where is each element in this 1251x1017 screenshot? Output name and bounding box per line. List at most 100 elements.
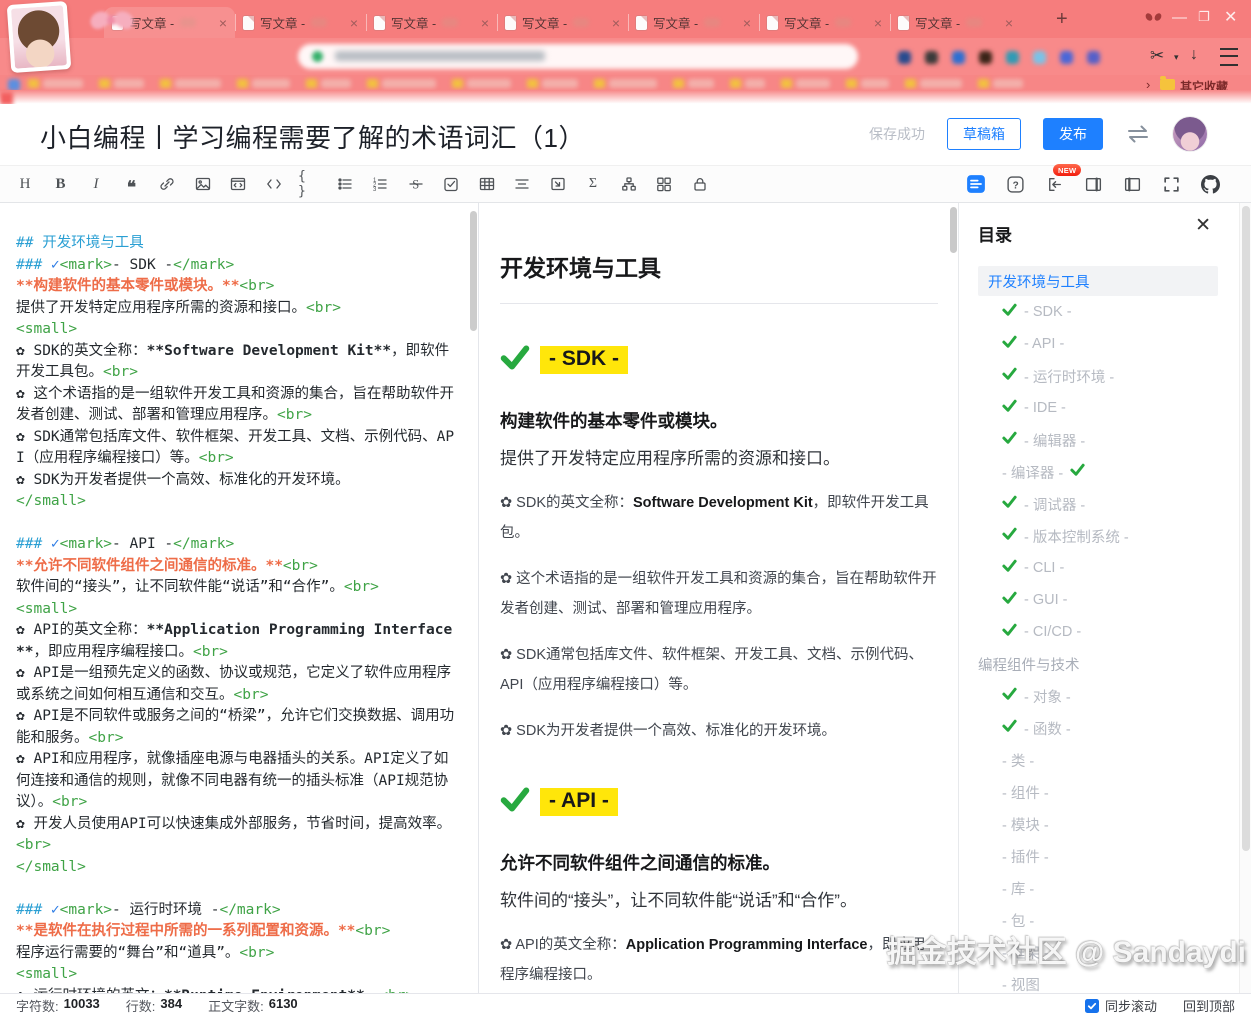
- bold-icon[interactable]: B: [50, 172, 72, 196]
- bookmark-item-blurred[interactable]: [99, 79, 144, 88]
- strikethrough-icon[interactable]: S: [405, 172, 427, 196]
- bookmark-item-blurred[interactable]: [237, 79, 290, 88]
- code-block-icon[interactable]: [227, 172, 249, 196]
- sync-switch-icon[interactable]: [1125, 124, 1151, 144]
- import-icon[interactable]: NEW: [1043, 172, 1065, 196]
- browser-tab[interactable]: 写文章 -×: [759, 7, 890, 38]
- grid-icon[interactable]: [653, 172, 675, 196]
- fullscreen-icon[interactable]: [1160, 172, 1182, 196]
- toc-item[interactable]: - CI/CD -: [978, 616, 1218, 648]
- bookmark-item-blurred[interactable]: [452, 79, 511, 88]
- bookmark-item-blurred[interactable]: [306, 79, 351, 88]
- toc-item[interactable]: - 调试器 -: [978, 488, 1218, 520]
- image-icon[interactable]: [192, 172, 214, 196]
- align-icon[interactable]: [511, 172, 533, 196]
- toc-item[interactable]: - 编译器 -: [978, 456, 1218, 488]
- theme-bow-icon[interactable]: [1146, 11, 1161, 23]
- back-to-top-button[interactable]: 回到顶部: [1183, 996, 1235, 1015]
- bookmark-item-blurred[interactable]: [594, 79, 657, 88]
- outline-icon[interactable]: [965, 172, 987, 196]
- bullet-list-icon[interactable]: [334, 172, 356, 196]
- preview-scrollbar[interactable]: [950, 207, 957, 253]
- braces-icon[interactable]: { }: [298, 172, 320, 196]
- diagram-icon[interactable]: [618, 172, 640, 196]
- markdown-source-editor[interactable]: ## 开发环境与工具### ✓<mark>- SDK -</mark>**构建软…: [0, 203, 479, 993]
- tab-close-icon[interactable]: ×: [1005, 16, 1013, 30]
- table-icon[interactable]: [476, 172, 498, 196]
- tab-close-icon[interactable]: ×: [350, 16, 358, 30]
- maximize-button[interactable]: ❐: [1198, 10, 1210, 23]
- browser-tab[interactable]: 写文章 -×: [890, 7, 1021, 38]
- chevron-down-icon[interactable]: ▾: [1174, 52, 1179, 63]
- toc-item[interactable]: - 编辑器 -: [978, 424, 1218, 456]
- toc-item[interactable]: - 组件 -: [978, 776, 1218, 808]
- menu-icon[interactable]: [1220, 48, 1238, 66]
- bookmark-item-blurred[interactable]: [28, 79, 83, 88]
- bookmark-item-blurred[interactable]: [160, 79, 221, 88]
- toc-item[interactable]: - 运行时环境 -: [978, 360, 1218, 392]
- avatar[interactable]: [1173, 117, 1207, 151]
- extension-icon-blurred[interactable]: [1060, 51, 1073, 64]
- browser-tab[interactable]: 写文章 -×: [366, 7, 497, 38]
- toc-item[interactable]: - 函数 -: [978, 712, 1218, 744]
- bookmark-item-blurred[interactable]: [846, 79, 889, 88]
- toc-item[interactable]: - 类 -: [978, 744, 1218, 776]
- bookmark-item-blurred[interactable]: [730, 79, 765, 88]
- export-icon[interactable]: [547, 172, 569, 196]
- download-icon[interactable]: ↓: [1190, 46, 1198, 64]
- article-title-input[interactable]: 小白编程丨学习编程需要了解的术语词汇（1）: [40, 118, 585, 155]
- quote-icon[interactable]: ❝: [121, 172, 143, 196]
- layout-left-icon[interactable]: [1121, 172, 1143, 196]
- tab-close-icon[interactable]: ×: [219, 16, 227, 30]
- heading-icon[interactable]: H: [14, 172, 36, 196]
- toc-item[interactable]: - GUI -: [978, 584, 1218, 616]
- toc-item[interactable]: - 模块 -: [978, 808, 1218, 840]
- toc-item[interactable]: - 插件 -: [978, 840, 1218, 872]
- extension-icon-blurred[interactable]: [1033, 51, 1046, 64]
- ordered-list-icon[interactable]: 123: [369, 172, 391, 196]
- scrollbar-thumb[interactable]: [1242, 206, 1250, 851]
- tab-close-icon[interactable]: ×: [612, 16, 620, 30]
- checkbox-checked-icon[interactable]: [1085, 999, 1099, 1013]
- layout-right-icon[interactable]: [1082, 172, 1104, 196]
- toc-item[interactable]: - IDE -: [978, 392, 1218, 424]
- github-icon[interactable]: [1199, 172, 1221, 196]
- toc-item[interactable]: - 版本控制系统 -: [978, 520, 1218, 552]
- task-list-icon[interactable]: [440, 172, 462, 196]
- close-window-button[interactable]: ✕: [1224, 10, 1237, 26]
- extension-icon-blurred[interactable]: [979, 51, 992, 64]
- extension-icon-blurred[interactable]: [952, 51, 965, 64]
- toc-item[interactable]: - 库 -: [978, 872, 1218, 904]
- bookmark-item-blurred[interactable]: [905, 79, 962, 88]
- toc-item[interactable]: - SDK -: [978, 296, 1218, 328]
- browser-tab[interactable]: 写文章 -×: [628, 7, 759, 38]
- scissors-icon[interactable]: ✂: [1150, 46, 1164, 66]
- extension-icon-blurred[interactable]: [925, 51, 938, 64]
- bookmark-item-blurred[interactable]: [367, 79, 436, 88]
- close-icon[interactable]: ✕: [1195, 216, 1211, 235]
- inline-code-icon[interactable]: [263, 172, 285, 196]
- extension-icon-blurred[interactable]: [1087, 51, 1100, 64]
- browser-tab[interactable]: 写文章 -×: [235, 7, 366, 38]
- minimize-button[interactable]: —: [1172, 10, 1187, 25]
- toc-item[interactable]: 编程组件与技术: [978, 648, 1218, 680]
- formula-icon[interactable]: Σ: [582, 172, 604, 196]
- browser-tab[interactable]: 写文章 -×: [497, 7, 628, 38]
- window-scrollbar[interactable]: [1239, 203, 1251, 993]
- extension-icon-blurred[interactable]: [898, 51, 911, 64]
- toc-item[interactable]: - CLI -: [978, 552, 1218, 584]
- new-tab-button[interactable]: +: [1056, 8, 1068, 31]
- tab-close-icon[interactable]: ×: [874, 16, 882, 30]
- link-icon[interactable]: [156, 172, 178, 196]
- publish-button[interactable]: 发布: [1043, 118, 1103, 150]
- lock-icon[interactable]: [689, 172, 711, 196]
- editor-scrollbar[interactable]: [470, 211, 477, 331]
- toc-item[interactable]: - API -: [978, 328, 1218, 360]
- bookmark-item-blurred[interactable]: [673, 79, 714, 88]
- bookmark-item-blurred[interactable]: [781, 79, 830, 88]
- help-icon[interactable]: ?: [1004, 172, 1026, 196]
- bookmark-item-blurred[interactable]: [527, 79, 578, 88]
- bookmark-item-blurred[interactable]: [978, 79, 1023, 88]
- tab-close-icon[interactable]: ×: [481, 16, 489, 30]
- sync-scroll-toggle[interactable]: 同步滚动: [1085, 996, 1157, 1015]
